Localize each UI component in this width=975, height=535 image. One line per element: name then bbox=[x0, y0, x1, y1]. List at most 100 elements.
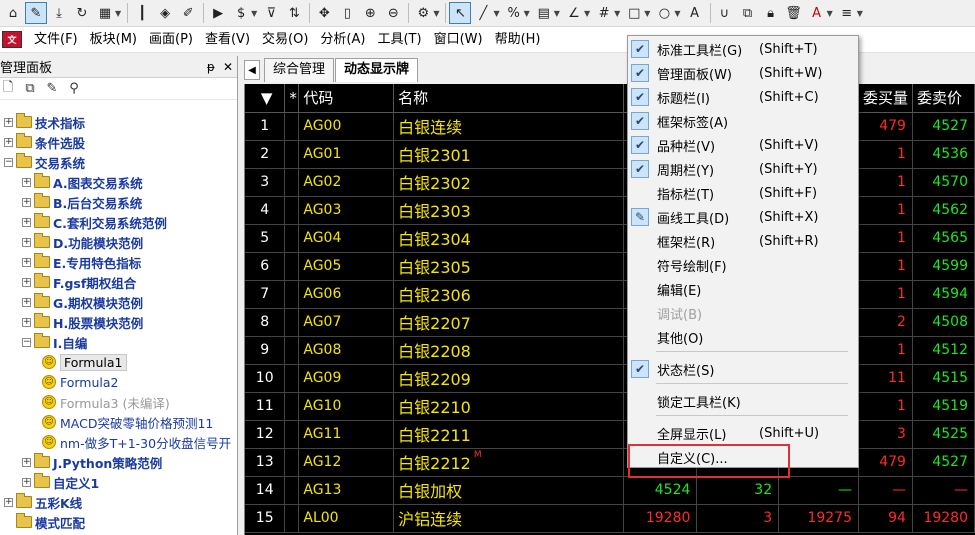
refresh-icon[interactable]: ↻ bbox=[71, 2, 93, 24]
cursor-icon[interactable]: ↖ bbox=[449, 2, 472, 24]
menu-item[interactable]: 指标栏(T) (Shift+F) bbox=[628, 182, 858, 204]
diamond-icon[interactable]: ◈ bbox=[154, 2, 176, 24]
play-icon[interactable]: ▶ bbox=[207, 2, 229, 24]
tree-item[interactable]: 模式匹配 bbox=[0, 512, 238, 532]
menu-item[interactable]: 框架栏(R) (Shift+R) bbox=[628, 230, 858, 252]
sort-icon[interactable]: ▼ bbox=[245, 84, 286, 113]
hash-icon[interactable]: # bbox=[593, 2, 615, 24]
tree-item[interactable]: + J.Python策略范例 bbox=[0, 452, 238, 472]
expand-icon[interactable]: + bbox=[22, 317, 31, 327]
bar-icon[interactable]: ▯ bbox=[336, 2, 358, 24]
table-row[interactable]: 5 AG04 白银2304 1 4565 bbox=[245, 224, 975, 253]
tree-item[interactable]: ☺ Formula2 bbox=[0, 372, 238, 392]
tree-item[interactable]: + C.套利交易系统范例 bbox=[0, 212, 238, 232]
tab-dynamic-board[interactable]: 动态显示牌 bbox=[335, 58, 419, 82]
table-row[interactable]: 14 AG13 白银加权 4524 32 — — — bbox=[245, 476, 975, 505]
table-row[interactable]: 6 AG05 白银2305 1 4599 bbox=[245, 252, 975, 281]
search-icon[interactable]: ⚲ bbox=[66, 81, 82, 97]
zoom-in-icon[interactable]: ⊕ bbox=[359, 2, 381, 24]
candlestick-icon[interactable]: ┃ bbox=[131, 2, 153, 24]
menu-item[interactable]: ✔ 标准工具栏(G) (Shift+T) bbox=[628, 38, 858, 60]
tree-item[interactable]: + D.功能模块范例 bbox=[0, 232, 238, 252]
tree-item[interactable]: + 条件选股 bbox=[0, 132, 238, 152]
menu-item[interactable]: ✎ 画线工具(D) (Shift+X) bbox=[628, 206, 858, 228]
collapse-icon[interactable]: − bbox=[4, 157, 13, 167]
expand-icon[interactable]: + bbox=[22, 217, 31, 227]
rect-icon[interactable]: □ bbox=[623, 2, 645, 24]
pencil-icon[interactable]: ✎ bbox=[25, 2, 47, 24]
circle-icon[interactable]: ○ bbox=[653, 2, 675, 24]
menu-help[interactable]: 帮助(H) bbox=[489, 29, 547, 51]
tree-item[interactable]: + G.期权模块范例 bbox=[0, 292, 238, 312]
tree-item[interactable]: + A.图表交易系统 bbox=[0, 172, 238, 192]
menu-analysis[interactable]: 分析(A) bbox=[314, 29, 371, 51]
tree-item[interactable]: + F.gsf期权组合 bbox=[0, 272, 238, 292]
menu-item[interactable]: ✔ 标题栏(I) (Shift+C) bbox=[628, 86, 858, 108]
tree-item[interactable]: + E.专用特色指标 bbox=[0, 252, 238, 272]
color-icon[interactable]: A bbox=[806, 2, 828, 24]
expand-icon[interactable]: + bbox=[4, 117, 13, 127]
menu-item[interactable]: 符号绘制(F) bbox=[628, 254, 858, 276]
menu-sector[interactable]: 板块(M) bbox=[84, 29, 143, 51]
menu-window[interactable]: 窗口(W) bbox=[428, 29, 489, 51]
expand-icon[interactable]: + bbox=[22, 457, 31, 467]
menu-item[interactable]: ✔ 管理面板(W) (Shift+W) bbox=[628, 62, 858, 84]
bid-volume-column-header[interactable]: 委买量 bbox=[858, 84, 913, 113]
tree-item[interactable]: + 自定义1 bbox=[0, 472, 238, 492]
percent-icon[interactable]: % bbox=[503, 2, 525, 24]
expand-icon[interactable]: + bbox=[22, 197, 31, 207]
menu-item[interactable]: 全屏显示(L) (Shift+U) bbox=[628, 422, 858, 444]
code-column-header[interactable]: 代码 bbox=[298, 84, 395, 113]
table-row[interactable]: 12 AG11 白银2211 3 4525 bbox=[245, 420, 975, 449]
table-row[interactable]: 4 AG03 白银2303 1 4562 bbox=[245, 196, 975, 225]
expand-icon[interactable]: + bbox=[22, 237, 31, 247]
dollar-icon[interactable]: $ bbox=[230, 2, 252, 24]
move-icon[interactable]: ✥ bbox=[313, 2, 335, 24]
dropdown-icon[interactable]: ▼ bbox=[115, 9, 121, 18]
expand-icon[interactable]: + bbox=[22, 297, 31, 307]
dropdown-icon[interactable]: ▼ bbox=[827, 9, 833, 18]
table-row[interactable]: 9 AG08 白银2208 1 4512 bbox=[245, 336, 975, 365]
menu-trade[interactable]: 交易(O) bbox=[256, 29, 314, 51]
line-style-icon[interactable]: ≡ bbox=[836, 2, 858, 24]
magnet-icon[interactable]: ∪ bbox=[714, 2, 736, 24]
table-row[interactable]: 2 AG01 白银2301 1 4536 bbox=[245, 140, 975, 169]
menu-item[interactable]: ✔ 品种栏(V) (Shift+V) bbox=[628, 134, 858, 156]
menu-item[interactable]: 其他(O) bbox=[628, 326, 858, 348]
tree-item[interactable]: ☺ Formula3 (未编译) bbox=[0, 392, 238, 412]
swap-icon[interactable]: ⇅ bbox=[283, 2, 305, 24]
table-row[interactable]: 10 AG09 白银2209 11 4515 bbox=[245, 364, 975, 393]
menu-item[interactable]: 编辑(E) bbox=[628, 278, 858, 300]
close-icon[interactable]: ✕ bbox=[223, 60, 233, 74]
tree-item[interactable]: ☺ nm-做多T+1-30分收盘信号开 bbox=[0, 432, 238, 452]
collapse-icon[interactable]: − bbox=[22, 337, 31, 347]
expand-icon[interactable]: + bbox=[22, 477, 31, 487]
star-column-header[interactable]: * bbox=[284, 84, 300, 113]
lock-icon[interactable]: 🔒︎ bbox=[760, 2, 782, 24]
pin-icon[interactable]: ᵽ bbox=[207, 60, 215, 74]
copy-icon[interactable]: ⧉ bbox=[737, 2, 759, 24]
menu-item[interactable]: ✔ 周期栏(Y) (Shift+Y) bbox=[628, 158, 858, 180]
menu-item[interactable]: 锁定工具栏(K) bbox=[628, 390, 858, 412]
dropdown-icon[interactable]: ▼ bbox=[433, 9, 439, 18]
angle-icon[interactable]: ∠ bbox=[563, 2, 585, 24]
dropdown-icon[interactable]: ▼ bbox=[614, 9, 620, 18]
menu-screen[interactable]: 画面(P) bbox=[143, 29, 199, 51]
tab-overview[interactable]: 综合管理 bbox=[264, 58, 335, 82]
expand-icon[interactable]: + bbox=[4, 137, 13, 147]
gear-icon[interactable]: ⚙ bbox=[412, 2, 434, 24]
name-column-header[interactable]: 名称 bbox=[393, 84, 624, 113]
table-row[interactable]: 15 AL00 沪铝连续 19280 3 19275 94 19280 bbox=[245, 504, 975, 533]
table-row[interactable]: 3 AG02 白银2302 1 4570 bbox=[245, 168, 975, 197]
tree-item[interactable]: ☺ Formula1 bbox=[0, 352, 238, 372]
expand-icon[interactable]: + bbox=[4, 497, 13, 507]
table-row[interactable]: 13 AG12 白银2212 M 479 4527 bbox=[245, 448, 975, 477]
trash-icon[interactable]: 🗑︎ bbox=[783, 2, 805, 24]
dropdown-icon[interactable]: ▼ bbox=[524, 9, 530, 18]
dropdown-icon[interactable]: ▼ bbox=[857, 9, 863, 18]
menu-file[interactable]: 文件(F) bbox=[28, 29, 84, 51]
tree-item[interactable]: + 五彩K线 bbox=[0, 492, 238, 512]
dropdown-icon[interactable]: ▼ bbox=[251, 9, 257, 18]
download-icon[interactable]: ⤓ bbox=[48, 2, 70, 24]
edit-icon[interactable]: ✐ bbox=[177, 2, 199, 24]
